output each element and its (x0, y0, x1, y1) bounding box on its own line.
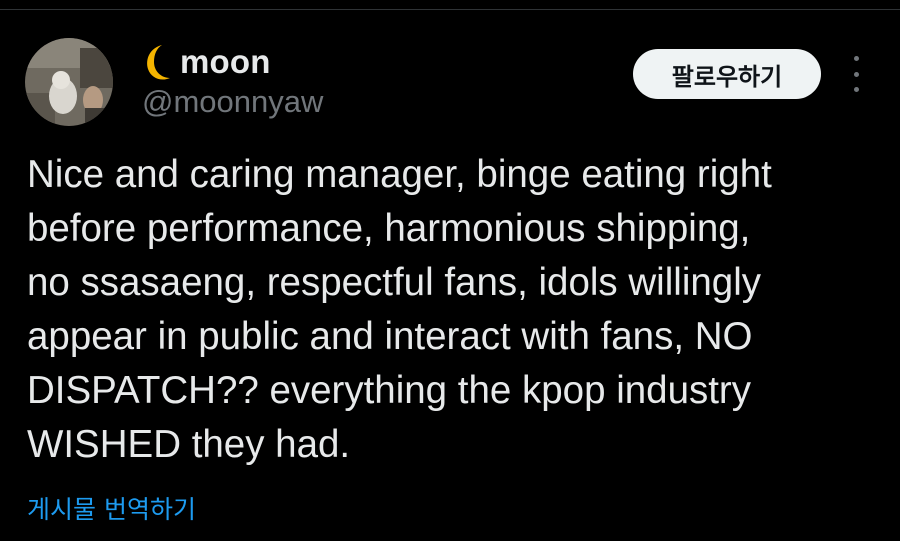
avatar-image (25, 38, 113, 126)
more-dot (853, 87, 859, 92)
author-name: moon (180, 43, 271, 80)
avatar[interactable] (25, 38, 113, 126)
author-display-name[interactable]: moon (142, 40, 271, 84)
follow-button[interactable]: 팔로우하기 (633, 49, 821, 99)
crescent-moon-icon (147, 45, 170, 80)
translate-post-link[interactable]: 게시물 번역하기 (27, 490, 196, 526)
author-handle[interactable]: @moonnyaw (142, 84, 323, 120)
more-dot (853, 71, 859, 77)
tweet-text: Nice and caring manager, binge eating ri… (27, 153, 772, 466)
more-dot (853, 56, 859, 61)
more-vertical-icon[interactable] (846, 56, 866, 92)
top-divider (0, 9, 900, 10)
